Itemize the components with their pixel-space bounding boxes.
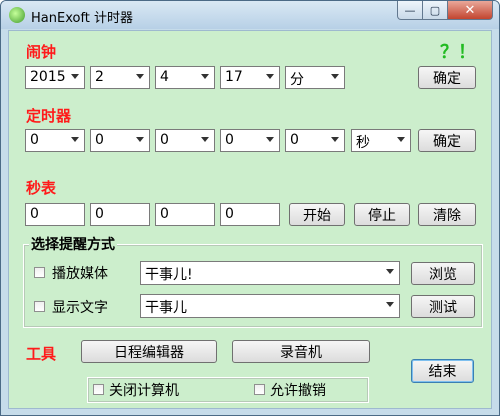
allow-cancel-label: 允许撤销 [270, 383, 326, 399]
chevron-down-icon [331, 74, 339, 79]
chevron-down-icon [386, 302, 394, 307]
show-text-label: 显示文字 [52, 300, 108, 316]
show-text-checkbox[interactable] [34, 301, 45, 312]
alarm-hour-value: 17 [225, 69, 243, 85]
app-window: HanExoft 计时器 — ▢ ✕ 闹钟 ？！ 2015 2 4 17 分 确… [0, 0, 500, 416]
stopwatch-field-4[interactable]: 0 [220, 203, 280, 226]
timer-unit-select[interactable]: 秒 [351, 129, 411, 152]
chevron-down-icon [71, 74, 79, 79]
clear-button[interactable]: 清除 [418, 203, 476, 226]
allow-cancel-checkbox[interactable] [254, 384, 265, 395]
chevron-down-icon [136, 137, 144, 142]
minimize-button[interactable]: — [397, 1, 423, 20]
tools-label: 工具 [26, 345, 57, 363]
stopwatch-field-2-value: 0 [95, 206, 104, 222]
stop-button[interactable]: 停止 [354, 203, 410, 226]
timer-unit-value: 秒 [356, 135, 370, 151]
alarm-year-value: 2015 [30, 69, 66, 85]
stopwatch-field-4-value: 0 [225, 206, 234, 222]
recorder-button[interactable]: 录音机 [232, 340, 370, 363]
alarm-month-value: 2 [95, 69, 104, 85]
chevron-down-icon [136, 74, 144, 79]
play-media-label: 播放媒体 [52, 266, 108, 282]
alarm-label: 闹钟 [26, 43, 57, 61]
timer-confirm-button[interactable]: 确定 [418, 129, 476, 152]
shutdown-checkbox[interactable] [93, 384, 104, 395]
reminder-text-select[interactable]: 干事儿 [140, 294, 400, 318]
title-bar[interactable]: HanExoft 计时器 — ▢ ✕ [1, 1, 499, 29]
timer-field-3-value: 0 [160, 132, 169, 148]
browse-button[interactable]: 浏览 [411, 262, 475, 285]
timer-field-5-value: 0 [290, 132, 299, 148]
start-button[interactable]: 开始 [289, 203, 345, 226]
schedule-editor-button[interactable]: 日程编辑器 [81, 340, 217, 363]
chevron-down-icon [331, 137, 339, 142]
end-button[interactable]: 结束 [411, 359, 474, 383]
chevron-down-icon [386, 269, 394, 274]
timer-label: 定时器 [26, 107, 72, 125]
stopwatch-field-2[interactable]: 0 [90, 203, 150, 226]
media-file-select[interactable]: 干事儿! [140, 261, 400, 285]
timer-field-4-value: 0 [225, 132, 234, 148]
timer-field-2-select[interactable]: 0 [90, 129, 150, 152]
test-button[interactable]: 测试 [411, 295, 475, 318]
alarm-day-select[interactable]: 4 [155, 66, 215, 89]
timer-field-1-value: 0 [30, 132, 39, 148]
stopwatch-label: 秒表 [26, 179, 57, 197]
chevron-down-icon [266, 74, 274, 79]
chevron-down-icon [397, 137, 405, 142]
app-icon [9, 7, 25, 23]
reminder-group-title: 选择提醒方式 [29, 234, 117, 254]
timer-field-2-value: 0 [95, 132, 104, 148]
window-title: HanExoft 计时器 [31, 11, 134, 26]
alarm-unit-value: 分 [290, 72, 304, 88]
stopwatch-field-1[interactable]: 0 [25, 203, 85, 226]
media-file-value: 干事儿! [145, 267, 193, 283]
maximize-button[interactable]: ▢ [422, 1, 448, 20]
play-media-checkbox[interactable] [34, 267, 45, 278]
chevron-down-icon [201, 74, 209, 79]
client-area: 闹钟 ？！ 2015 2 4 17 分 确定 定时器 0 0 0 0 0 秒 确… [8, 30, 492, 409]
timer-field-5-select[interactable]: 0 [285, 129, 345, 152]
alarm-day-value: 4 [160, 69, 169, 85]
stopwatch-field-1-value: 0 [30, 206, 39, 222]
alarm-month-select[interactable]: 2 [90, 66, 150, 89]
chevron-down-icon [71, 137, 79, 142]
chevron-down-icon [201, 137, 209, 142]
alarm-hour-select[interactable]: 17 [220, 66, 280, 89]
timer-field-3-select[interactable]: 0 [155, 129, 215, 152]
timer-field-1-select[interactable]: 0 [25, 129, 85, 152]
chevron-down-icon [266, 137, 274, 142]
shutdown-label: 关闭计算机 [109, 383, 179, 399]
help-icon[interactable]: ？！ [440, 38, 476, 64]
stopwatch-field-3-value: 0 [160, 206, 169, 222]
reminder-text-value: 干事儿 [145, 300, 187, 316]
alarm-year-select[interactable]: 2015 [25, 66, 85, 89]
stopwatch-field-3[interactable]: 0 [155, 203, 215, 226]
alarm-unit-select[interactable]: 分 [285, 66, 345, 89]
alarm-confirm-button[interactable]: 确定 [418, 66, 476, 89]
close-button[interactable]: ✕ [447, 1, 493, 20]
timer-field-4-select[interactable]: 0 [220, 129, 280, 152]
